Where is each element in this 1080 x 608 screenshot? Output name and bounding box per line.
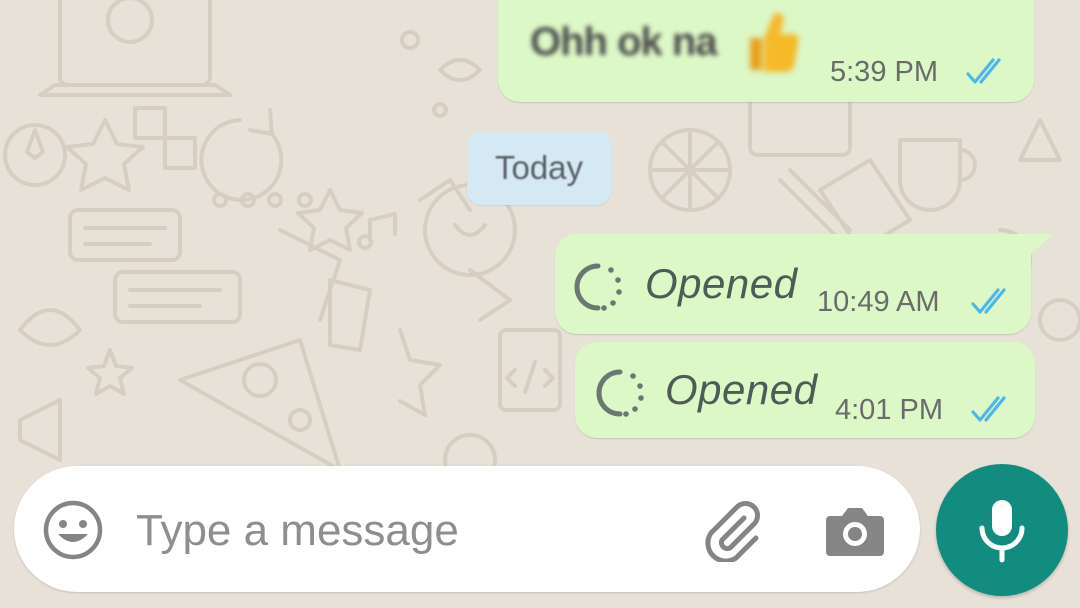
message-composer[interactable]: Type a message [14,466,920,592]
message-text: Opened [645,260,798,307]
message-bubble-outgoing[interactable]: Opened 10:49 AM [555,234,1031,334]
view-once-opened-icon [574,263,622,311]
message-time: 10:49 AM [817,286,940,318]
message-time: 5:39 PM [830,56,938,88]
voice-record-button[interactable] [936,464,1068,596]
message-text: Opened [665,366,818,413]
date-separator: Today [467,131,611,205]
camera-icon[interactable] [824,504,886,558]
microphone-icon [979,500,1025,563]
date-separator-label: Today [494,149,584,186]
double-check-read-icon [971,288,1006,314]
thumbs-up-emoji-icon [750,12,799,72]
message-bubble-outgoing[interactable]: Ohh ok na 5:39 PM [498,0,1034,102]
emoji-icon[interactable] [42,499,104,561]
message-text: Ohh ok na [530,20,718,64]
double-check-read-icon [971,396,1006,422]
double-check-read-icon [966,58,1001,84]
message-bubble-outgoing[interactable]: Opened 4:01 PM [575,342,1035,438]
paperclip-icon[interactable] [700,500,762,562]
message-time: 4:01 PM [835,394,943,426]
view-once-opened-icon [596,369,644,417]
message-input-placeholder[interactable]: Type a message [136,506,459,556]
bubble-tail [1028,234,1054,256]
